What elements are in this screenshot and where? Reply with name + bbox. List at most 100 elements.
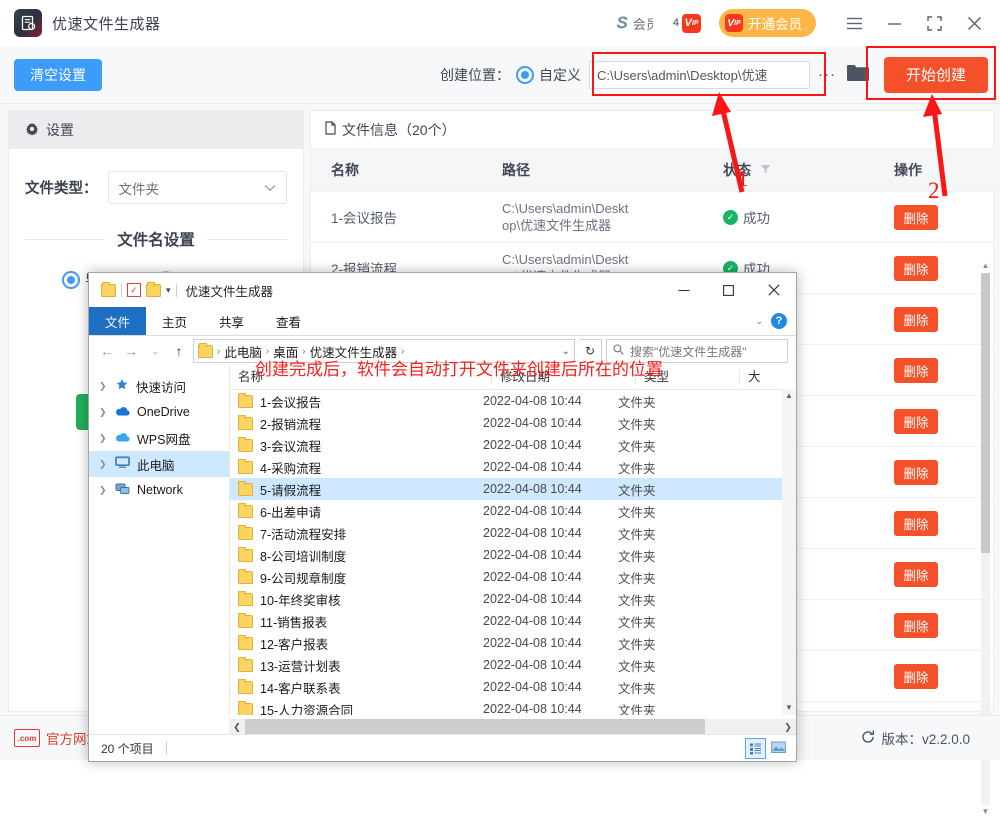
file-date-cell: 2022-04-08 10:44 xyxy=(483,394,618,408)
close-icon[interactable] xyxy=(751,273,796,307)
filetype-select[interactable]: 文件夹 xyxy=(108,171,288,204)
file-row[interactable]: 10-年终奖审核2022-04-08 10:44文件夹 xyxy=(230,588,796,610)
scroll-right-icon[interactable]: ❯ xyxy=(780,722,796,733)
scroll-down-icon[interactable]: ▼ xyxy=(782,701,796,715)
file-row[interactable]: 1-会议报告2022-04-08 10:44文件夹 xyxy=(230,390,796,412)
chevron-right-icon[interactable]: ❯ xyxy=(99,407,108,418)
properties-icon[interactable]: ✓ xyxy=(127,283,141,297)
table-row[interactable]: 1-会议报告C:\Users\admin\Desktop\优速文件生成器✓成功删… xyxy=(311,192,1000,243)
open-vip-label: 开通会员 xyxy=(748,13,802,33)
file-row[interactable]: 14-客户联系表2022-04-08 10:44文件夹 xyxy=(230,676,796,698)
up-arrow-icon[interactable]: ↑ xyxy=(169,341,189,361)
file-list-scrollbar[interactable]: ▲ ▼ xyxy=(782,389,796,715)
delete-button[interactable]: 删除 xyxy=(894,613,938,638)
delete-button[interactable]: 删除 xyxy=(894,409,938,434)
file-row[interactable]: 7-活动流程安排2022-04-08 10:44文件夹 xyxy=(230,522,796,544)
nav-item-WPS网盘[interactable]: ❯WPS网盘 xyxy=(89,425,229,451)
file-row[interactable]: 3-会议流程2022-04-08 10:44文件夹 xyxy=(230,434,796,456)
clear-settings-button[interactable]: 清空设置 xyxy=(14,59,102,91)
table-header-row: 名称 路径 状态 操作 xyxy=(311,149,1000,192)
file-row[interactable]: 2-报销流程2022-04-08 10:44文件夹 xyxy=(230,412,796,434)
maximize-icon[interactable] xyxy=(914,0,954,46)
scroll-up-icon[interactable]: ▲ xyxy=(981,259,990,273)
this-pc-icon xyxy=(115,456,130,472)
column-header-name[interactable]: 名称 xyxy=(311,149,482,192)
chevron-right-icon[interactable]: ❯ xyxy=(99,485,108,496)
file-row[interactable]: 12-客户报表2022-04-08 10:44文件夹 xyxy=(230,632,796,654)
more-options-button[interactable]: ··· xyxy=(818,66,836,83)
path-input[interactable]: C:\Users\admin\Desktop\优速 xyxy=(589,61,810,89)
back-arrow-icon[interactable]: ← xyxy=(97,341,117,361)
ribbon-tab-主页[interactable]: 主页 xyxy=(146,307,203,335)
nav-item-快速访问[interactable]: ❯快速访问 xyxy=(89,373,229,399)
chevron-down-icon[interactable]: ⌄ xyxy=(755,316,763,327)
delete-button[interactable]: 删除 xyxy=(894,562,938,587)
vip-count[interactable]: 4 VIP xyxy=(673,14,701,33)
file-name-cell: 2-报销流程 xyxy=(230,414,483,433)
chevron-right-icon[interactable]: ❯ xyxy=(99,381,108,392)
file-row[interactable]: 8-公司培训制度2022-04-08 10:44文件夹 xyxy=(230,544,796,566)
delete-button[interactable]: 删除 xyxy=(894,511,938,536)
dropdown-icon[interactable]: ▾ xyxy=(166,285,171,296)
divider xyxy=(176,284,177,297)
ribbon-tab-文件[interactable]: 文件 xyxy=(89,307,146,335)
ribbon-tab-共享[interactable]: 共享 xyxy=(203,307,260,335)
chevron-right-icon[interactable]: ❯ xyxy=(99,433,108,444)
delete-button[interactable]: 删除 xyxy=(894,307,938,332)
column-header-status[interactable]: 状态 xyxy=(703,149,874,192)
delete-button[interactable]: 删除 xyxy=(894,256,938,281)
column-header-path[interactable]: 路径 xyxy=(482,149,703,192)
scroll-down-icon[interactable]: ▼ xyxy=(981,805,990,819)
settings-header: 设置 xyxy=(9,111,303,149)
recent-locations-icon[interactable]: ⌄ xyxy=(145,341,165,361)
horizontal-scrollbar[interactable]: ❮ ❯ xyxy=(229,719,796,735)
file-row[interactable]: 5-请假流程2022-04-08 10:44文件夹 xyxy=(230,478,796,500)
details-view-icon[interactable] xyxy=(745,738,766,759)
ribbon-tab-查看[interactable]: 查看 xyxy=(260,307,317,335)
minimize-icon[interactable] xyxy=(661,273,706,307)
file-row[interactable]: 11-销售报表2022-04-08 10:44文件夹 xyxy=(230,610,796,632)
file-row[interactable]: 9-公司规章制度2022-04-08 10:44文件夹 xyxy=(230,566,796,588)
scrollbar-thumb[interactable] xyxy=(981,273,990,553)
sogou-member-entry[interactable]: S 会员 xyxy=(617,13,653,33)
file-date-cell: 2022-04-08 10:44 xyxy=(483,680,618,694)
delete-button[interactable]: 删除 xyxy=(894,664,938,689)
help-icon[interactable]: ? xyxy=(771,313,787,329)
hamburger-menu-icon[interactable] xyxy=(834,0,874,46)
folder-icon xyxy=(238,395,253,408)
folder-icon[interactable] xyxy=(846,63,870,87)
annotation-explorer-note: 创建完成后，软件会自动打开文件夹创建后所在的位置 xyxy=(255,355,663,380)
explorer-window-buttons xyxy=(661,273,796,307)
large-icons-view-icon[interactable] xyxy=(769,738,788,757)
file-row[interactable]: 13-运营计划表2022-04-08 10:44文件夹 xyxy=(230,654,796,676)
scroll-up-icon[interactable]: ▲ xyxy=(782,389,796,403)
folder-icon[interactable] xyxy=(101,284,116,297)
delete-button[interactable]: 删除 xyxy=(894,358,938,383)
forward-arrow-icon[interactable]: → xyxy=(121,341,141,361)
chevron-right-icon[interactable]: ❯ xyxy=(99,459,108,470)
nav-item-OneDrive[interactable]: ❯OneDrive xyxy=(89,399,229,425)
column-header-size[interactable]: 大 xyxy=(739,370,788,385)
title-bar: 优速文件生成器 S 会员 4 VIP VIP 开通会员 xyxy=(0,0,1000,47)
explorer-navigation-pane: ❯快速访问❯OneDrive❯WPS网盘❯此电脑❯Network xyxy=(89,365,230,715)
nav-item-Network[interactable]: ❯Network xyxy=(89,477,229,503)
scroll-left-icon[interactable]: ❮ xyxy=(229,722,245,733)
maximize-icon[interactable] xyxy=(706,273,751,307)
new-folder-icon[interactable] xyxy=(146,284,161,297)
file-row[interactable]: 15-人力资源合同2022-04-08 10:44文件夹 xyxy=(230,698,796,715)
version-info[interactable]: 版本：v2.2.0.0 xyxy=(861,728,970,748)
open-vip-button[interactable]: VIP 开通会员 xyxy=(719,9,816,37)
horizontal-scrollbar-thumb[interactable] xyxy=(245,719,705,735)
nav-item-label: 此电脑 xyxy=(137,455,175,474)
delete-button[interactable]: 删除 xyxy=(894,460,938,485)
start-create-button[interactable]: 开始创建 xyxy=(884,57,988,93)
minimize-icon[interactable] xyxy=(874,0,914,46)
delete-button[interactable]: 删除 xyxy=(894,205,938,230)
close-icon[interactable] xyxy=(954,0,994,46)
nav-item-此电脑[interactable]: ❯ 此电脑 xyxy=(89,451,229,477)
file-type-cell: 文件夹 xyxy=(618,612,713,631)
filter-icon[interactable] xyxy=(760,161,771,177)
custom-location-radio[interactable]: 自定义 xyxy=(516,65,581,85)
file-row[interactable]: 4-采购流程2022-04-08 10:44文件夹 xyxy=(230,456,796,478)
file-row[interactable]: 6-出差申请2022-04-08 10:44文件夹 xyxy=(230,500,796,522)
